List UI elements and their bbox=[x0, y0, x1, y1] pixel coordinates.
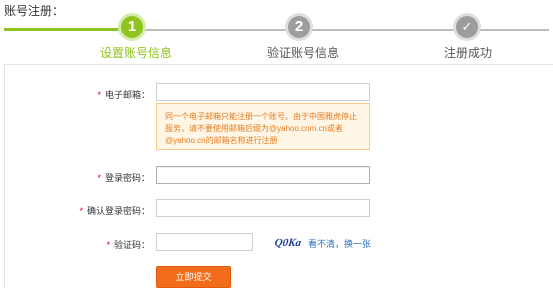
registration-steps: 1 2 ✓ 设置账号信息 验证账号信息 注册成功 bbox=[0, 10, 553, 60]
step-2-number: 2 bbox=[288, 16, 310, 38]
step-2-label: 验证账号信息 bbox=[267, 46, 340, 60]
password-label: 登录密码： bbox=[104, 173, 150, 183]
confirm-password-field[interactable] bbox=[156, 199, 370, 217]
confirm-password-label-row: * 确认登录密码： bbox=[5, 204, 150, 217]
email-tip: 同一个电子邮箱只能注册一个账号。由于中国雅虎停止服务，请不要使用邮箱后缀为@ya… bbox=[156, 103, 370, 150]
progress-track-done bbox=[4, 28, 132, 31]
captcha-label: 验证码： bbox=[113, 240, 150, 250]
step-3-check-icon: ✓ bbox=[456, 16, 478, 38]
email-label: 电子邮箱： bbox=[104, 90, 150, 100]
required-mark: * bbox=[79, 206, 83, 216]
step-3-label: 注册成功 bbox=[444, 46, 493, 60]
registration-form: * 电子邮箱： 同一个电子邮箱只能注册一个账号。由于中国雅虎停止服务，请不要使用邮… bbox=[4, 64, 553, 288]
captcha-image[interactable]: Q0Ka bbox=[275, 234, 307, 250]
captcha-image-text: Q0Ka bbox=[275, 237, 302, 249]
step-1-number: 1 bbox=[121, 16, 143, 38]
required-mark: * bbox=[97, 90, 101, 100]
captcha-label-row: * 验证码： bbox=[5, 238, 150, 251]
refresh-captcha-link[interactable]: 看不清，换一张 bbox=[308, 237, 371, 250]
step-1-label: 设置账号信息 bbox=[100, 46, 173, 60]
email-label-row: * 电子邮箱： bbox=[5, 88, 150, 101]
password-field[interactable] bbox=[156, 166, 370, 184]
confirm-password-label: 确认登录密码： bbox=[86, 206, 150, 216]
submit-button[interactable]: 立即提交 bbox=[156, 266, 231, 288]
password-label-row: * 登录密码： bbox=[5, 171, 150, 184]
progress-track-pending bbox=[132, 29, 549, 31]
required-mark: * bbox=[106, 240, 110, 250]
required-mark: * bbox=[97, 173, 101, 183]
captcha-field[interactable] bbox=[156, 233, 253, 251]
email-field[interactable] bbox=[156, 83, 370, 101]
